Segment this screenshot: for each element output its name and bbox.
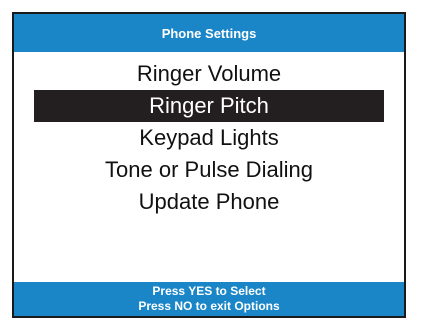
instruction-exit: Press NO to exit Options xyxy=(138,299,280,313)
instruction-footer: Press YES to Select Press NO to exit Opt… xyxy=(14,282,404,316)
menu-item-ringer-pitch[interactable]: Ringer Pitch xyxy=(34,90,384,122)
menu-item-ringer-volume[interactable]: Ringer Volume xyxy=(14,58,404,90)
menu-item-update-phone[interactable]: Update Phone xyxy=(14,186,404,218)
menu-item-keypad-lights[interactable]: Keypad Lights xyxy=(14,122,404,154)
title-bar: Phone Settings xyxy=(14,14,404,52)
instruction-select: Press YES to Select xyxy=(152,284,266,298)
phone-settings-screen: Phone Settings Ringer Volume Ringer Pitc… xyxy=(12,12,406,318)
menu-item-tone-or-pulse-dialing[interactable]: Tone or Pulse Dialing xyxy=(14,154,404,186)
screen-title: Phone Settings xyxy=(161,25,257,41)
settings-menu: Ringer Volume Ringer Pitch Keypad Lights… xyxy=(14,58,404,218)
